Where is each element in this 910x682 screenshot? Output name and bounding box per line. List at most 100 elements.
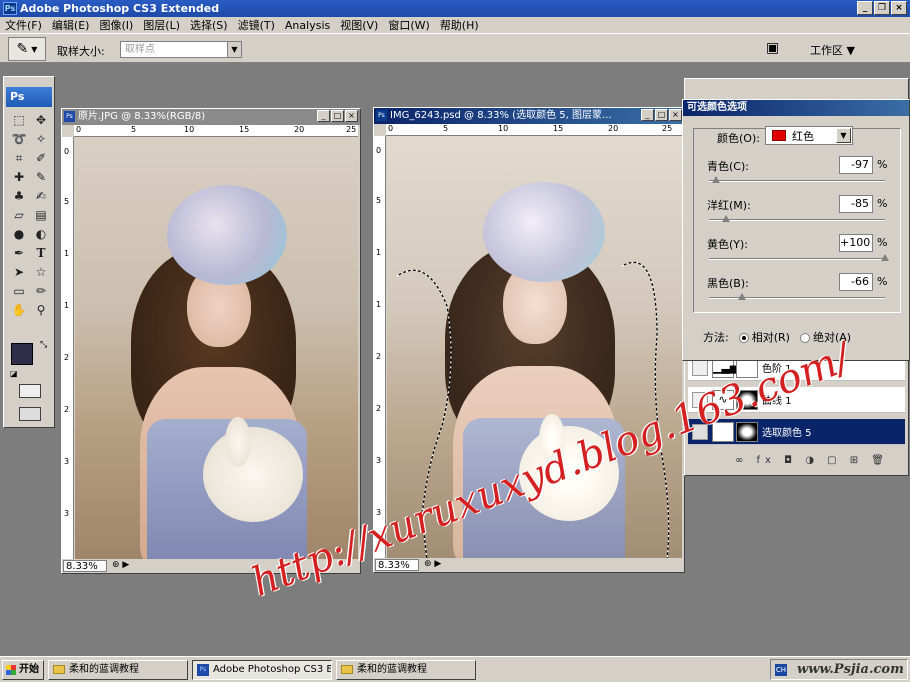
cyan-value-input[interactable]: -97 [839,156,873,174]
slice-tool-icon[interactable]: ✐ [30,149,52,168]
crop-tool-icon[interactable]: ⌗ [8,149,30,168]
layer-visibility-icon[interactable] [692,359,708,376]
toolbox: Ps ⬚ ✥ ➰ ✧ ⌗ ✐ ✚ ✎ ♣ ✍ ▱ ▤ ● ◐ ✒ T ➤ ☆ ▭ ✏ ✋ ⚲ ◪ ⤡ [3,76,55,428]
menu-edit[interactable]: 编辑(E) [47,17,95,33]
folder-icon [53,665,65,674]
taskbar: 开始 柔和的蓝调教程 Ps Adobe Photoshop CS3 E... 柔和… [0,656,910,682]
path-selection-tool-icon[interactable]: ➤ [8,263,30,282]
zoom-level-field[interactable]: 8.33% [375,559,419,571]
foreground-color-swatch[interactable] [11,343,33,365]
document-title-bar[interactable]: Ps 原片.JPG @ 8.33%(RGB/8) _ □ × [62,109,360,125]
menu-image[interactable]: 图像(I) [94,17,138,33]
document-title-bar-active[interactable]: Ps IMG_6243.psd @ 8.33% (选取颜色 5, 图层蒙... … [374,108,684,124]
vertical-ruler[interactable]: 0 5 1 1 2 2 3 3 [62,137,74,559]
layer-mask-thumbnail[interactable] [736,421,758,442]
input-method-icon[interactable]: CH [775,664,787,676]
menu-file[interactable]: 文件(F) [0,17,47,33]
doc-minimize-button[interactable]: _ [641,109,654,121]
black-slider-knob[interactable] [738,293,747,300]
slider-row-yellow: 黄色(Y): +100 % [707,234,889,270]
yellow-slider-knob[interactable] [881,254,889,261]
bridge-icon[interactable]: ▣ [766,40,779,56]
doc-close-button[interactable]: × [345,110,358,122]
lasso-tool-icon[interactable]: ➰ [8,130,30,149]
menu-layer[interactable]: 图层(L) [138,17,185,33]
move-tool-icon[interactable]: ✥ [30,111,52,130]
status-menu-icon[interactable]: ⊛ ▶ [424,558,441,570]
menu-bar: 文件(F) 编辑(E) 图像(I) 图层(L) 选择(S) 滤镜(T) Anal… [0,17,910,33]
minimize-button[interactable]: _ [857,1,873,15]
marquee-tool-icon[interactable]: ⬚ [8,111,30,130]
menu-view[interactable]: 视图(V) [335,17,383,33]
vertical-ruler[interactable]: 0 5 1 1 2 2 3 3 [374,136,386,558]
sample-size-select[interactable]: 取样点 ▼ [120,41,242,58]
quick-mask-icon[interactable] [19,384,41,398]
magenta-value-input[interactable]: -85 [839,195,873,213]
yellow-value-input[interactable]: +100 [839,234,873,252]
magenta-slider-track[interactable] [709,219,885,221]
options-bar: ✎ ▼ 取样大小: 取样点 ▼ ▣ 工作区 ▼ [0,33,910,63]
selective-color-dialog: 可选颜色选项 颜色(O): 红色 ▼ 青色(C): -97 % 洋红(M): -… [682,99,910,361]
blur-tool-icon[interactable]: ● [8,225,30,244]
horizontal-ruler[interactable]: 0 5 10 15 20 25 [74,125,358,137]
zoom-tool-icon[interactable]: ⚲ [30,301,52,320]
doc-maximize-button[interactable]: □ [331,110,344,122]
menu-help[interactable]: 帮助(H) [435,17,484,33]
start-button[interactable]: 开始 [2,660,44,680]
layer-name: 选取颜色 5 [762,428,812,439]
app-title-bar: Ps Adobe Photoshop CS3 Extended _ ❐ × [0,0,910,17]
slider-row-black: 黑色(B): -66 % [707,273,887,309]
black-value-input[interactable]: -66 [839,273,873,291]
close-button[interactable]: × [891,1,907,15]
cyan-slider-track[interactable] [709,180,885,182]
document-title: IMG_6243.psd @ 8.33% (选取颜色 5, 图层蒙... [390,110,612,121]
menu-window[interactable]: 窗口(W) [383,17,434,33]
workspace-button[interactable]: 工作区 ▼ [810,42,855,58]
layers-panel-footer-icons[interactable]: ∞ fx ◘ ◑ ▢ ⊞ 🗑 [735,455,889,466]
shape-tool-icon[interactable]: ☆ [30,263,52,282]
app-title: Adobe Photoshop CS3 Extended [20,2,220,15]
type-tool-icon[interactable]: T [30,244,52,263]
tool-preset-picker[interactable]: ✎ ▼ [8,37,46,61]
yellow-slider-track[interactable] [709,258,885,260]
taskbar-item-folder-2[interactable]: 柔和的蓝调教程 [336,660,476,680]
clone-stamp-tool-icon[interactable]: ♣ [8,187,30,206]
ps-doc-icon: Ps [64,111,75,122]
dodge-tool-icon[interactable]: ◐ [30,225,52,244]
menu-select[interactable]: 选择(S) [185,17,233,33]
zoom-level-field[interactable]: 8.33% [63,560,107,572]
default-colors-icon[interactable]: ◪ [10,369,18,378]
screen-mode-icon[interactable] [19,407,41,421]
swap-colors-icon[interactable]: ⤡ [40,340,47,350]
image-canvas-original[interactable] [75,137,358,559]
document-title: 原片.JPG @ 8.33%(RGB/8) [78,111,206,122]
menu-analysis[interactable]: Analysis [280,19,335,32]
healing-brush-tool-icon[interactable]: ✚ [8,168,30,187]
method-label: 方法: [703,331,729,344]
notes-tool-icon[interactable]: ▭ [8,282,30,301]
magenta-slider-knob[interactable] [721,215,730,222]
pen-tool-icon[interactable]: ✒ [8,244,30,263]
gradient-tool-icon[interactable]: ▤ [30,206,52,225]
taskbar-item-photoshop[interactable]: Ps Adobe Photoshop CS3 E... [192,660,332,680]
menu-filter[interactable]: 滤镜(T) [233,17,280,33]
doc-minimize-button[interactable]: _ [317,110,330,122]
status-menu-icon[interactable]: ⊛ ▶ [112,559,129,571]
eraser-tool-icon[interactable]: ▱ [8,206,30,225]
eyedropper-tool-icon[interactable]: ✏ [30,282,52,301]
hand-tool-icon[interactable]: ✋ [8,301,30,320]
horizontal-ruler[interactable]: 0 5 10 15 20 25 [386,124,682,136]
history-brush-tool-icon[interactable]: ✍ [30,187,52,206]
taskbar-item-folder-1[interactable]: 柔和的蓝调教程 [48,660,188,680]
restore-button[interactable]: ❐ [874,1,890,15]
black-slider-track[interactable] [709,297,885,299]
brush-tool-icon[interactable]: ✎ [30,168,52,187]
color-select[interactable]: 红色 ▼ [765,126,853,145]
document-window-original[interactable]: Ps 原片.JPG @ 8.33%(RGB/8) _ □ × 0 5 10 15 2… [61,108,361,574]
magic-wand-tool-icon[interactable]: ✧ [30,130,52,149]
method-relative-radio[interactable]: 相对(R) [738,329,790,345]
doc-close-button[interactable]: × [669,109,682,121]
cyan-slider-knob[interactable] [711,176,720,183]
photoshop-icon: Ps [3,2,17,15]
doc-maximize-button[interactable]: □ [655,109,668,121]
